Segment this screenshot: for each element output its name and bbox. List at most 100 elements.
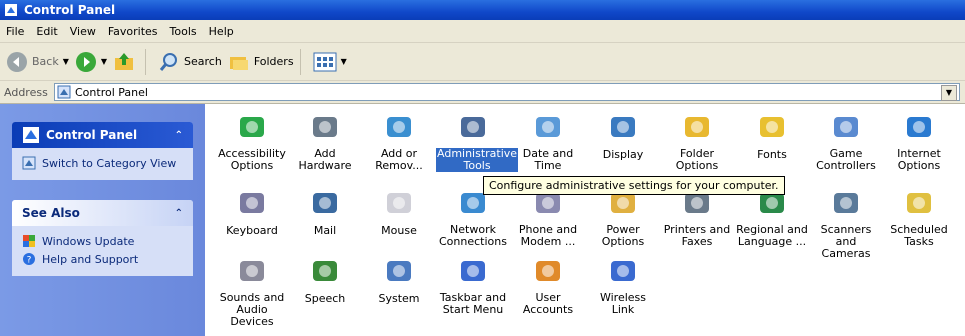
wireless-link-icon	[611, 261, 635, 281]
control-panel-item[interactable]: Taskbar and Start Menu	[436, 254, 510, 316]
address-value: Control Panel	[75, 85, 148, 99]
speech-icon	[313, 261, 337, 281]
control-panel-item[interactable]: Wireless Link	[586, 254, 660, 316]
control-panel-item[interactable]: Mail	[288, 186, 362, 237]
views-dropdown-icon[interactable]: ▼	[341, 57, 347, 66]
control-panel-item[interactable]: Display	[586, 110, 660, 161]
item-label: Taskbar and Start Menu	[439, 291, 507, 316]
accessibility-icon	[240, 117, 264, 137]
control-panel-item[interactable]: Add or Remov...	[362, 110, 436, 172]
control-panel-item[interactable]: Scanners and Cameras	[809, 186, 883, 260]
item-label: Game Controllers	[816, 147, 876, 172]
control-panel-item[interactable]: Fonts	[735, 110, 809, 161]
folders-button[interactable]: Folders	[228, 51, 294, 73]
control-panel-item[interactable]: System	[362, 254, 436, 305]
item-label: Mouse	[381, 224, 417, 237]
control-panel-item[interactable]: Scheduled Tasks	[882, 186, 956, 248]
control-panel-box-header[interactable]: Control Panel ⌃	[12, 122, 193, 148]
date-time-icon	[536, 117, 560, 137]
menu-favorites[interactable]: Favorites	[102, 25, 164, 38]
item-label: Wireless Link	[599, 291, 647, 316]
address-field[interactable]: Control Panel ▼	[54, 83, 960, 101]
item-label: Power Options	[601, 223, 645, 248]
collapse-chevron-icon[interactable]: ⌃	[175, 130, 183, 141]
item-label: System	[378, 292, 420, 305]
back-dropdown-icon[interactable]: ▼	[63, 57, 69, 66]
control-panel-item[interactable]: Phone and Modem ...	[511, 186, 585, 248]
control-panel-box-body: Switch to Category View	[12, 148, 193, 180]
game-controllers-icon	[834, 117, 858, 137]
windows-update-icon	[23, 235, 35, 247]
user-accounts-icon	[536, 261, 560, 281]
item-label: Display	[602, 148, 644, 161]
item-label: Accessibility Options	[218, 147, 286, 172]
control-panel-icon	[57, 85, 71, 99]
forward-arrow-icon	[75, 51, 96, 72]
svg-text:?: ?	[27, 256, 32, 266]
item-label: Fonts	[757, 148, 787, 161]
administrative-tools-icon	[461, 117, 485, 137]
toolbar-separator	[299, 48, 301, 75]
control-panel-item[interactable]: Regional and Language ...	[735, 186, 809, 248]
display-icon	[611, 117, 635, 137]
category-view-icon	[22, 156, 36, 170]
help-support-link[interactable]: ? Help and Support	[22, 252, 183, 266]
search-icon	[159, 52, 178, 71]
menu-edit[interactable]: Edit	[30, 25, 63, 38]
item-label: Phone and Modem ...	[518, 223, 578, 248]
views-icon	[313, 52, 337, 71]
item-label: Mail	[313, 224, 337, 237]
views-button[interactable]: ▼	[313, 52, 347, 72]
control-panel-item[interactable]: Power Options	[586, 186, 660, 248]
menu-file[interactable]: File	[0, 25, 30, 38]
address-bar: Address Control Panel ▼	[0, 81, 965, 104]
control-panel-box: Control Panel ⌃ Switch to Category View	[12, 122, 193, 180]
scanners-cameras-icon	[834, 193, 858, 213]
control-panel-item[interactable]: User Accounts	[511, 254, 585, 316]
up-button[interactable]	[113, 51, 139, 73]
control-panel-item[interactable]: Printers and Faxes	[660, 186, 734, 248]
collapse-chevron-icon[interactable]: ⌃	[175, 208, 183, 219]
help-icon: ?	[23, 253, 35, 266]
control-panel-item[interactable]: Keyboard	[215, 186, 289, 237]
item-label: Scheduled Tasks	[890, 223, 948, 248]
item-label: Keyboard	[226, 224, 278, 237]
add-hardware-icon	[313, 117, 337, 137]
search-button[interactable]: Search	[158, 51, 222, 73]
item-label: Date and Time	[522, 147, 574, 172]
address-label: Address	[4, 85, 48, 99]
control-panel-item[interactable]: Speech	[288, 254, 362, 305]
toolbar: Back ▼ ▼ Search Folders ▼	[0, 43, 965, 81]
control-panel-icon	[23, 127, 39, 143]
control-panel-item[interactable]: Date and Time	[511, 110, 585, 172]
menu-view[interactable]: View	[64, 25, 102, 38]
system-icon	[387, 261, 411, 281]
fonts-icon	[760, 117, 784, 137]
back-arrow-icon	[7, 51, 27, 72]
control-panel-item[interactable]: Internet Options	[882, 110, 956, 172]
title-bar: Control Panel	[0, 0, 965, 20]
menu-help[interactable]: Help	[203, 25, 240, 38]
forward-dropdown-icon[interactable]: ▼	[101, 57, 107, 66]
window-title: Control Panel	[24, 3, 116, 17]
see-also-box: See Also ⌃ Windows Update ? Help and Sup…	[12, 200, 193, 276]
control-panel-item[interactable]: Add Hardware	[288, 110, 362, 172]
item-label: Folder Options	[675, 147, 719, 172]
menu-tools[interactable]: Tools	[164, 25, 203, 38]
see-also-box-header[interactable]: See Also ⌃	[12, 200, 193, 226]
forward-button[interactable]: ▼	[75, 51, 107, 73]
item-label: Scanners and Cameras	[820, 223, 872, 260]
control-panel-item[interactable]: Network Connections	[436, 186, 510, 248]
item-label: Administrative Tools	[436, 147, 519, 172]
control-panel-item[interactable]: Accessibility Options	[215, 110, 289, 172]
control-panel-item[interactable]: Administrative Tools	[436, 110, 519, 172]
switch-category-view-link[interactable]: Switch to Category View	[22, 156, 183, 170]
windows-update-link[interactable]: Windows Update	[22, 234, 183, 248]
control-panel-item[interactable]: Game Controllers	[809, 110, 883, 172]
control-panel-item[interactable]: Mouse	[362, 186, 436, 237]
back-button[interactable]: Back ▼	[6, 51, 69, 73]
mouse-icon	[387, 193, 411, 213]
address-dropdown-icon[interactable]: ▼	[941, 85, 957, 101]
control-panel-item[interactable]: Sounds and Audio Devices	[215, 254, 289, 328]
control-panel-item[interactable]: Folder Options	[660, 110, 734, 172]
